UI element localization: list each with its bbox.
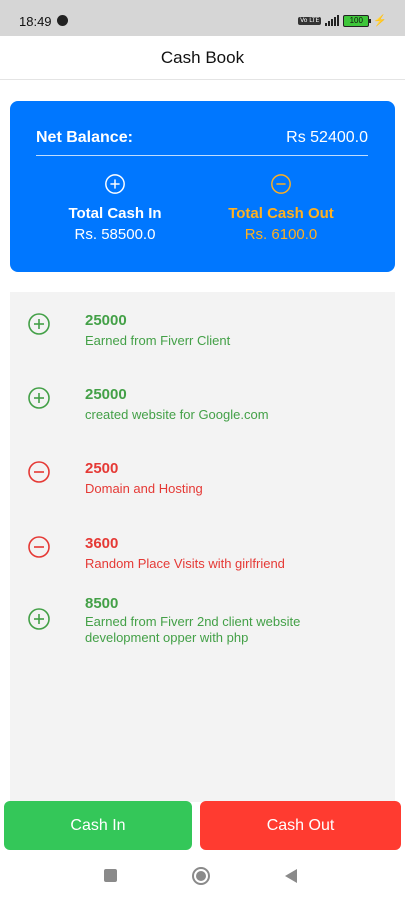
transaction-amount: 25000 [85, 386, 127, 403]
balance-card: Net Balance: Rs 52400.0 Total Cash In Rs… [10, 101, 395, 272]
cash-in-button[interactable]: Cash In [4, 801, 192, 850]
total-cash-in-amount: Rs. 58500.0 [74, 226, 156, 243]
total-cash-in-label: Total Cash In [68, 205, 162, 222]
status-time: 18:49 [19, 14, 52, 29]
charging-icon: ⚡ [373, 15, 387, 27]
net-balance-label: Net Balance: [36, 129, 133, 146]
net-balance-value: Rs 52400.0 [286, 129, 368, 146]
transaction-list: 25000 Earned from Fiverr Client 25000 cr… [10, 292, 395, 802]
plus-circle-icon [28, 387, 50, 409]
transaction-description: Random Place Visits with girlfriend [85, 556, 285, 571]
minus-circle-icon [28, 461, 50, 483]
transaction-item[interactable]: 25000 created website for Google.com [10, 384, 395, 444]
transaction-amount: 8500 [85, 595, 119, 612]
cash-out-button[interactable]: Cash Out [200, 801, 401, 850]
battery-icon: 100 [343, 14, 372, 27]
total-cash-out-amount: Rs. 6100.0 [244, 226, 318, 243]
transaction-amount: 2500 [85, 460, 119, 477]
app-bar: Cash Book [0, 36, 405, 80]
transaction-amount: 3600 [85, 535, 119, 552]
signal-icon [325, 15, 340, 26]
back-icon[interactable] [285, 869, 297, 883]
total-cash-in-stat: Total Cash In Rs. 58500.0 [40, 173, 190, 243]
total-cash-out-stat: Total Cash Out Rs. 6100.0 [206, 173, 356, 243]
transaction-description: Earned from Fiverr 2nd client website de… [85, 614, 301, 645]
home-icon[interactable] [192, 867, 210, 885]
minus-circle-icon [271, 174, 291, 194]
transaction-item[interactable]: 8500 Earned from Fiverr 2nd client websi… [10, 593, 395, 663]
minus-circle-icon [28, 536, 50, 558]
transaction-description: created website for Google.com [85, 407, 269, 422]
status-icons: Vo LTE 100 ⚡ [298, 14, 387, 27]
transaction-item[interactable]: 3600 Random Place Visits with girlfriend [10, 533, 395, 593]
recents-icon[interactable] [104, 869, 117, 882]
system-nav-bar [0, 852, 405, 900]
transaction-item[interactable]: 2500 Domain and Hosting [10, 458, 395, 518]
plus-circle-icon [105, 174, 125, 194]
transaction-item[interactable]: 25000 Earned from Fiverr Client [10, 310, 395, 370]
app-notification-icon [57, 15, 68, 26]
plus-circle-icon [28, 313, 50, 335]
page-title: Cash Book [160, 48, 245, 67]
transaction-description: Earned from Fiverr Client [85, 333, 231, 348]
volte-icon: Vo LTE [298, 16, 322, 25]
plus-circle-icon [28, 608, 50, 630]
card-divider [36, 155, 368, 156]
transaction-description: Domain and Hosting [85, 481, 203, 496]
total-cash-out-label: Total Cash Out [228, 205, 334, 222]
status-bar: 18:49 Vo LTE 100 ⚡ [0, 0, 405, 36]
transaction-amount: 25000 [85, 312, 127, 329]
